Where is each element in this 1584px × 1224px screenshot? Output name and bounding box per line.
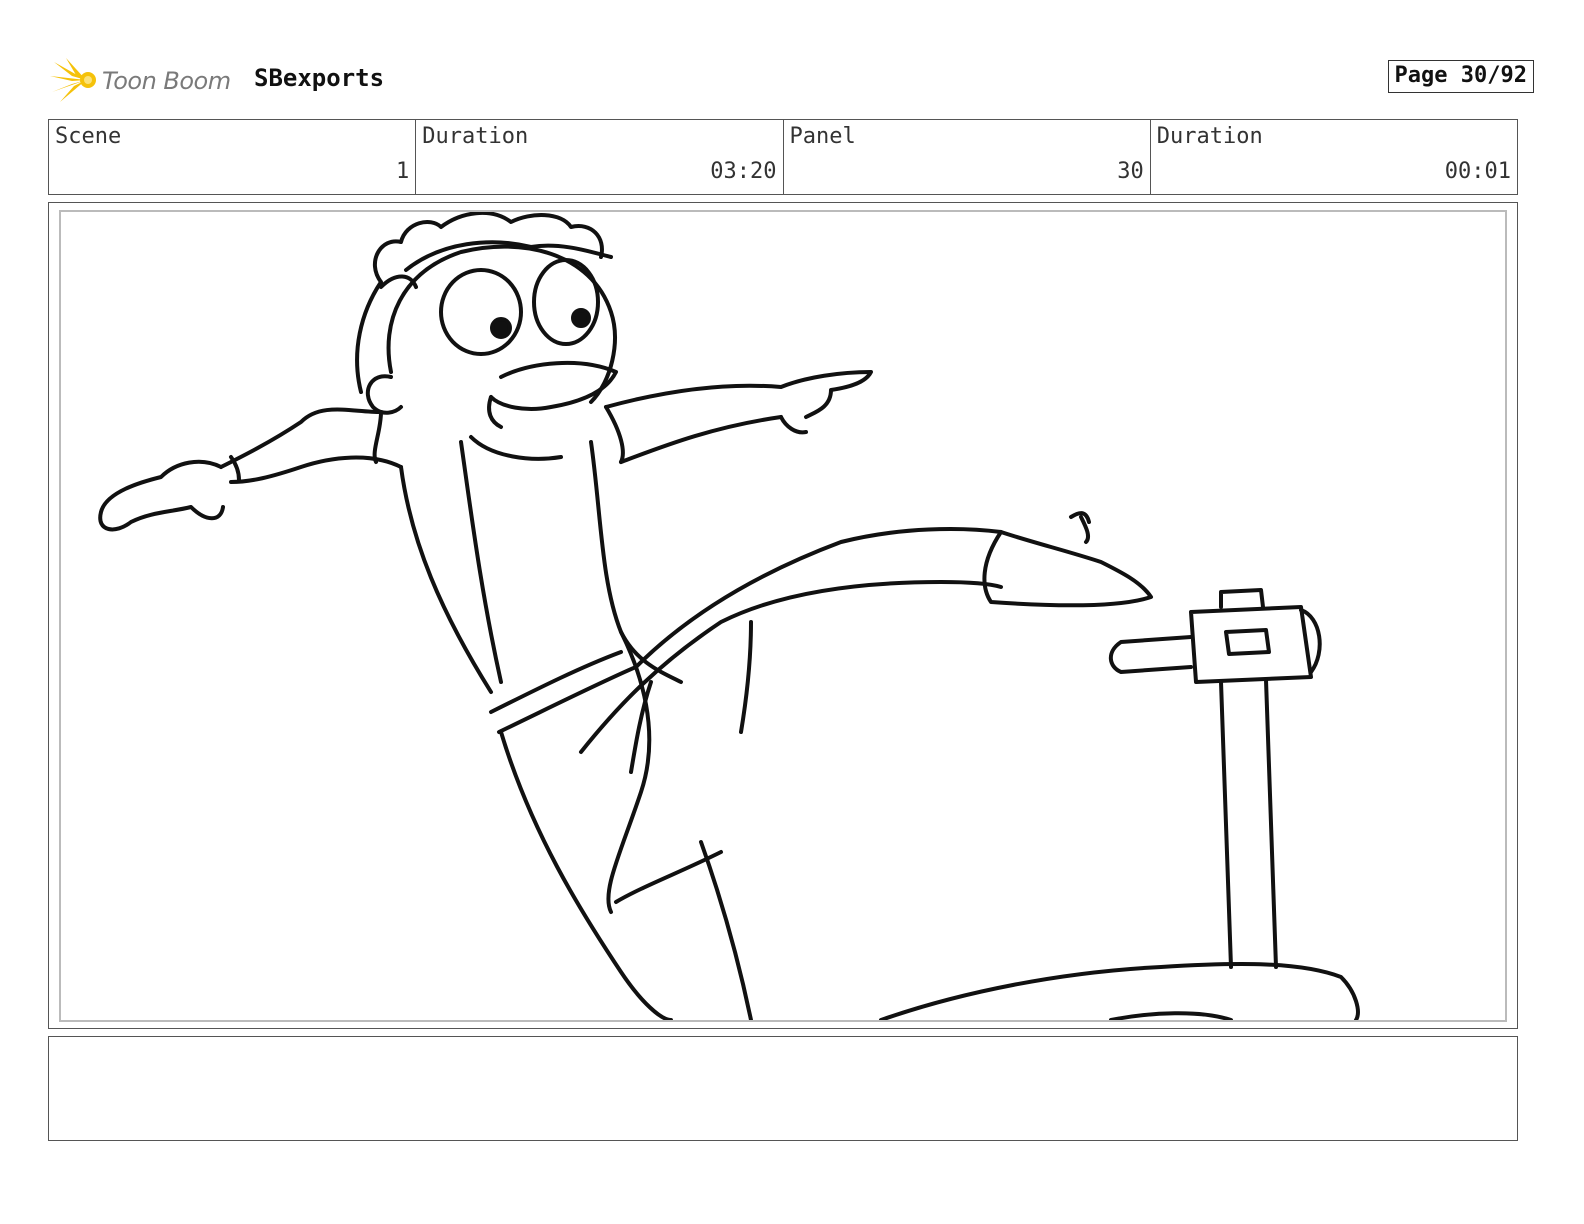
panel-label: Panel [789, 124, 856, 149]
panel-value: 30 [1117, 159, 1144, 184]
scene-info-bar: Scene 1 Duration 03:20 Panel 30 Duration… [48, 119, 1518, 195]
panel-duration-label: Duration [1156, 124, 1263, 149]
scene-duration-label: Duration [422, 124, 529, 149]
panel-duration-cell: Duration 00:01 [1151, 120, 1517, 194]
storyboard-panel [48, 202, 1518, 1029]
brand-logo: Toon Boom [50, 56, 231, 106]
panel-sketch [98, 212, 1360, 1020]
brand-name: Toon Boom [102, 67, 231, 95]
project-title: SBexports [254, 64, 385, 92]
panel-duration-value: 00:01 [1444, 159, 1511, 184]
scene-label: Scene [55, 124, 122, 149]
storyboard-header: Toon Boom SBexports Page 30/92 [50, 56, 1534, 106]
panel-notes-box [48, 1036, 1518, 1141]
panel-cell: Panel 30 [784, 120, 1151, 194]
panel-frame [59, 210, 1507, 1022]
starburst-icon [50, 58, 96, 102]
scene-duration-value: 03:20 [710, 159, 777, 184]
page-indicator: Page 30/92 [1387, 60, 1534, 93]
scene-value: 1 [396, 159, 410, 184]
scene-duration-cell: Duration 03:20 [416, 120, 784, 194]
scene-cell: Scene 1 [49, 120, 417, 194]
